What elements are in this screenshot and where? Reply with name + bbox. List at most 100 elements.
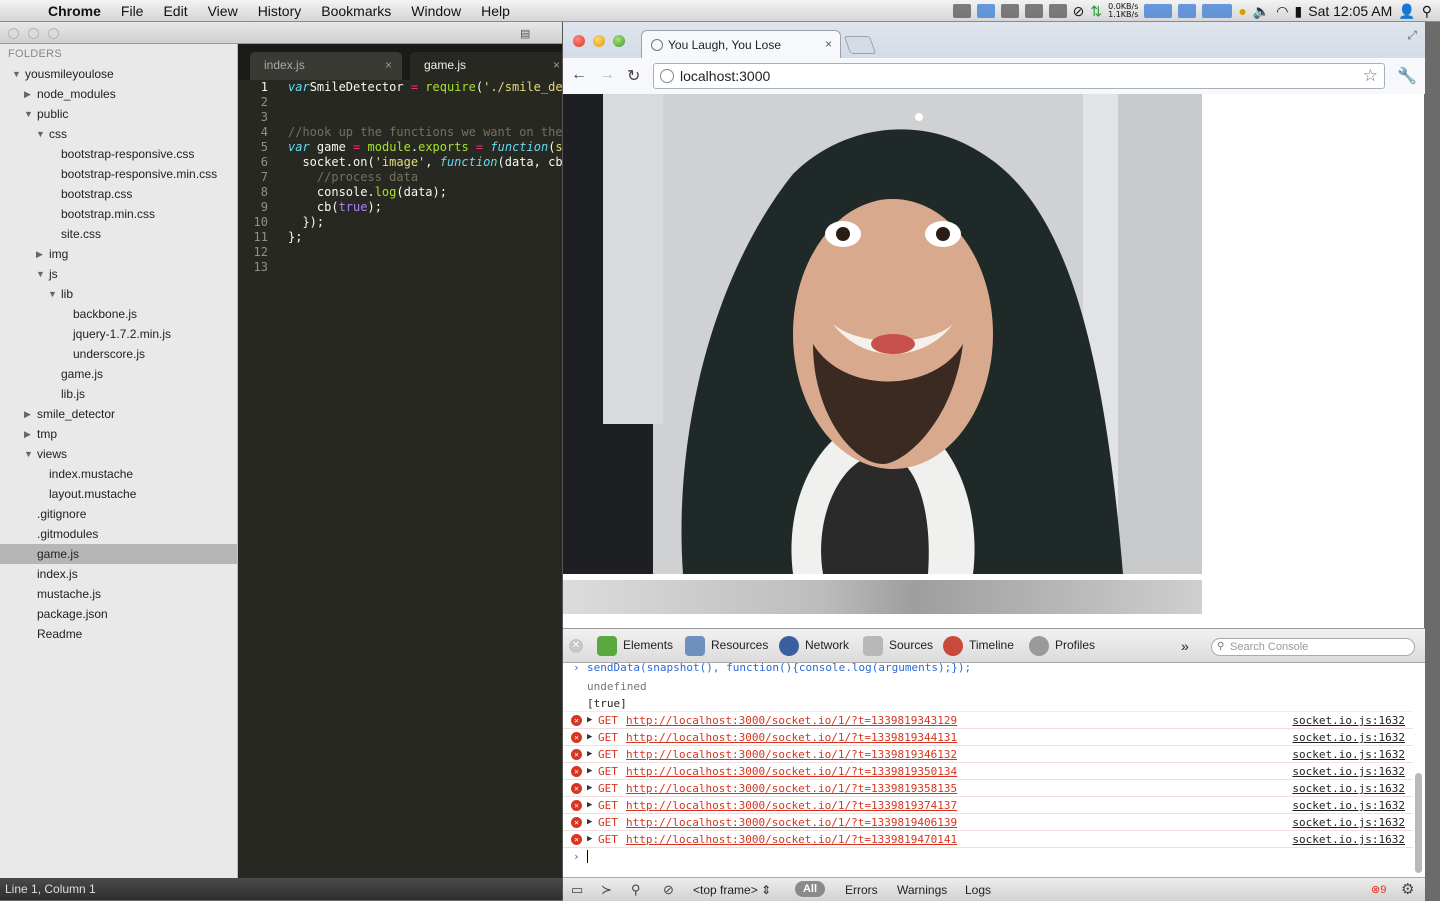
paw-icon[interactable]	[1024, 4, 1043, 18]
console-error-row[interactable]: ✕ ▶ GET http://localhost:3000/socket.io/1/?…	[563, 814, 1413, 831]
battery-icon[interactable]: ▮	[1295, 3, 1303, 20]
expand-triangle-icon[interactable]: ▶	[587, 780, 592, 797]
request-url-link[interactable]: http://localhost:3000/socket.io/1/?t=133…	[626, 746, 957, 763]
menu-app-chrome[interactable]: Chrome	[38, 0, 111, 22]
disclosure-open-icon[interactable]: ▼	[48, 284, 57, 304]
code-line[interactable]: 10 });	[238, 215, 562, 230]
folder-item[interactable]: ▶ tmp	[0, 424, 237, 444]
file-item[interactable]: lib.js	[0, 384, 237, 404]
frame-selector[interactable]: <top frame> ⇕	[693, 883, 771, 897]
disclosure-closed-icon[interactable]: ▶	[24, 404, 31, 424]
code-line[interactable]: 5 var game = module.exports = function(so	[238, 140, 562, 155]
request-url-link[interactable]: http://localhost:3000/socket.io/1/?t=133…	[626, 814, 957, 831]
disclosure-open-icon[interactable]: ▼	[36, 264, 45, 284]
source-location-link[interactable]: socket.io.js:1632	[1292, 712, 1405, 729]
tab-network[interactable]: Network	[779, 636, 849, 656]
source-location-link[interactable]: socket.io.js:1632	[1292, 797, 1405, 814]
disclosure-open-icon[interactable]: ▼	[24, 444, 33, 464]
bookmark-star-icon[interactable]: ☆	[1363, 66, 1378, 86]
file-item[interactable]: mustache.js	[0, 584, 237, 604]
source-location-link[interactable]: socket.io.js:1632	[1292, 814, 1405, 831]
back-arrow-icon[interactable]: ←	[571, 66, 587, 84]
menu-history[interactable]: History	[248, 0, 312, 22]
source-location-link[interactable]: socket.io.js:1632	[1292, 746, 1405, 763]
browser-tab[interactable]: You Laugh, You Lose ×	[641, 30, 841, 58]
menu-window[interactable]: Window	[401, 0, 471, 22]
request-url-link[interactable]: http://localhost:3000/socket.io/1/?t=133…	[626, 831, 957, 848]
tab-game-js[interactable]: game.js ×	[410, 52, 570, 80]
error-count-badge[interactable]: ⊗9	[1371, 883, 1386, 896]
close-window-button[interactable]	[573, 35, 585, 47]
request-url-link[interactable]: http://localhost:3000/socket.io/1/?t=133…	[626, 763, 957, 780]
new-tab-button[interactable]	[843, 36, 877, 54]
tab-close-icon[interactable]: ×	[553, 58, 560, 72]
disclosure-open-icon[interactable]: ▼	[24, 104, 33, 124]
expand-triangle-icon[interactable]: ▶	[587, 729, 592, 746]
console-error-row[interactable]: ✕ ▶ GET http://localhost:3000/socket.io/1/?…	[563, 763, 1413, 780]
console-error-row[interactable]: ✕ ▶ GET http://localhost:3000/socket.io/1/?…	[563, 780, 1413, 797]
file-item[interactable]: jquery-1.7.2.min.js	[0, 324, 237, 344]
page-viewport[interactable]	[563, 94, 1411, 630]
network-graph-icon[interactable]	[1144, 4, 1173, 18]
close-window-button[interactable]	[8, 28, 19, 39]
code-line[interactable]: 9 cb(true);	[238, 200, 562, 215]
menu-bookmarks[interactable]: Bookmarks	[311, 0, 401, 22]
wrench-menu-icon[interactable]: 🔧	[1397, 66, 1417, 86]
file-item[interactable]: Readme	[0, 624, 237, 644]
console-error-row[interactable]: ✕ ▶ GET http://localhost:3000/socket.io/1/?…	[563, 729, 1413, 746]
file-item[interactable]: bootstrap-responsive.min.css	[0, 164, 237, 184]
volume-icon[interactable]: 🔈	[1253, 3, 1270, 20]
wifi-icon[interactable]: ◠	[1276, 3, 1288, 20]
source-location-link[interactable]: socket.io.js:1632	[1292, 763, 1405, 780]
folder-item[interactable]: ▼ js	[0, 264, 237, 284]
code-line[interactable]: 7 //process data	[238, 170, 562, 185]
filter-errors-button[interactable]: Errors	[845, 883, 878, 897]
disclosure-closed-icon[interactable]: ▶	[24, 84, 31, 104]
forward-arrow-icon[interactable]: →	[599, 66, 615, 84]
folder-item[interactable]: ▼ css	[0, 124, 237, 144]
tab-timeline[interactable]: Timeline	[943, 636, 1014, 656]
more-tabs-chevron-icon[interactable]: »	[1181, 638, 1189, 654]
file-item[interactable]: package.json	[0, 604, 237, 624]
code-line[interactable]: 12	[238, 245, 562, 260]
tab-resources[interactable]: Resources	[685, 636, 768, 656]
folder-item[interactable]: ▼ views	[0, 444, 237, 464]
minimize-window-button[interactable]	[28, 28, 39, 39]
menu-help[interactable]: Help	[471, 0, 520, 22]
user-icon[interactable]: 👤	[1398, 3, 1415, 20]
transfer-arrows-icon[interactable]: ⇅	[1090, 3, 1102, 20]
file-item[interactable]: site.css	[0, 224, 237, 244]
devtools-close-icon[interactable]: ✕	[569, 639, 583, 653]
menubar-clock[interactable]: Sat 12:05 AM	[1308, 3, 1392, 19]
menu-view[interactable]: View	[198, 0, 248, 22]
folder-item[interactable]: ▼ lib	[0, 284, 237, 304]
expand-triangle-icon[interactable]: ▶	[587, 814, 592, 831]
address-bar-url[interactable]: localhost:3000	[680, 68, 770, 84]
console-error-row[interactable]: ✕ ▶ GET http://localhost:3000/socket.io/1/?…	[563, 746, 1413, 763]
folder-item[interactable]: ▶ smile_detector	[0, 404, 237, 424]
console-scrollbar[interactable]	[1415, 773, 1422, 873]
zoom-window-button[interactable]	[613, 35, 625, 47]
filter-all-button[interactable]: All	[795, 881, 825, 897]
request-url-link[interactable]: http://localhost:3000/socket.io/1/?t=133…	[626, 780, 957, 797]
memory-graph-icon[interactable]	[1202, 4, 1233, 18]
code-line[interactable]: 2	[238, 95, 562, 110]
console-input-row[interactable]: ›	[563, 848, 1413, 865]
code-lines[interactable]: 1 varSmileDetector = require('./smile_de 2…	[238, 80, 562, 275]
folder-item[interactable]: ▼ yousmileyoulose	[0, 64, 237, 84]
antenna-icon[interactable]	[1000, 4, 1019, 18]
filter-warnings-button[interactable]: Warnings	[897, 883, 947, 897]
source-location-link[interactable]: socket.io.js:1632	[1292, 831, 1405, 848]
dock-icon[interactable]: ▭	[571, 882, 583, 898]
menu-edit[interactable]: Edit	[153, 0, 197, 22]
code-line[interactable]: 1 varSmileDetector = require('./smile_de	[238, 80, 562, 95]
code-line[interactable]: 8 console.log(data);	[238, 185, 562, 200]
filter-logs-button[interactable]: Logs	[965, 883, 991, 897]
file-item[interactable]: bootstrap.min.css	[0, 204, 237, 224]
request-url-link[interactable]: http://localhost:3000/socket.io/1/?t=133…	[626, 797, 957, 814]
tab-close-icon[interactable]: ×	[825, 37, 832, 51]
console-error-row[interactable]: ✕ ▶ GET http://localhost:3000/socket.io/1/?…	[563, 831, 1413, 848]
expand-triangle-icon[interactable]: ▶	[587, 746, 592, 763]
disclosure-closed-icon[interactable]: ▶	[36, 244, 43, 264]
expand-triangle-icon[interactable]: ▶	[587, 763, 592, 780]
